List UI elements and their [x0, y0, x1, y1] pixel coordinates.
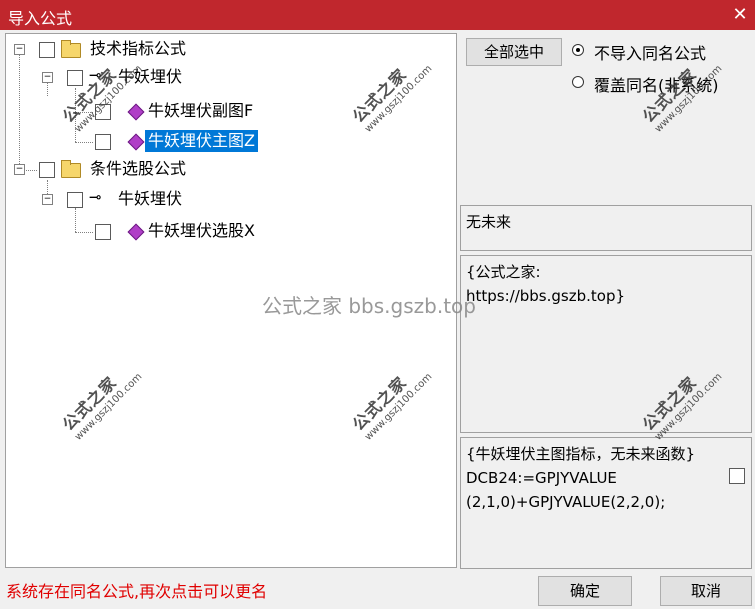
- radio-overwrite[interactable]: [572, 76, 584, 88]
- tree-node-label: 技术指标公式: [90, 39, 187, 58]
- tree-node-label: 牛妖埋伏副图F: [148, 101, 254, 120]
- collapse-toggle[interactable]: −: [42, 72, 53, 83]
- tree-checkbox[interactable]: [39, 42, 55, 58]
- tree-checkbox[interactable]: [67, 192, 83, 208]
- folder-icon: [61, 40, 81, 58]
- tree-checkbox[interactable]: [95, 134, 111, 150]
- formula-note-text: {公式之家: https://bbs.gszb.top}: [466, 263, 626, 305]
- title-bar: 导入公式 ✕: [0, 0, 755, 30]
- tree-node-label: 牛妖埋伏选股X: [148, 221, 255, 240]
- future-function-text: 无未来: [466, 213, 512, 231]
- status-message: 系统存在同名公式,再次点击可以更名: [6, 582, 268, 601]
- collapse-toggle[interactable]: −: [14, 164, 25, 175]
- close-icon[interactable]: ✕: [729, 4, 751, 26]
- tree-leaf-node-selected[interactable]: 牛妖埋伏主图Z: [6, 130, 446, 152]
- tree-node-label: 牛妖埋伏: [118, 189, 183, 208]
- tree-formula-node[interactable]: − ⊸ 牛妖埋伏: [6, 188, 446, 210]
- ok-button[interactable]: 确定: [538, 576, 632, 606]
- select-all-button[interactable]: 全部选中: [466, 38, 562, 66]
- code-panel-checkbox[interactable]: [729, 468, 745, 484]
- future-function-panel: 无未来: [460, 205, 752, 251]
- radio-no-import[interactable]: [572, 44, 584, 56]
- formula-code-panel[interactable]: {牛妖埋伏主图指标，无未来函数} DCB24:=GPJYVALUE (2,1,0…: [460, 437, 752, 569]
- tree-group-node[interactable]: − 条件选股公式: [6, 158, 446, 180]
- formula-note-panel[interactable]: {公式之家: https://bbs.gszb.top}: [460, 255, 752, 433]
- key-icon: ⊸: [89, 188, 102, 206]
- cancel-button[interactable]: 取消: [660, 576, 752, 606]
- tree-node-label: 条件选股公式: [90, 159, 187, 178]
- formula-gem-icon: [127, 103, 145, 121]
- formula-gem-icon: [127, 133, 145, 151]
- center-watermark: 公式之家 bbs.gszb.top: [262, 294, 476, 318]
- tree-checkbox[interactable]: [95, 224, 111, 240]
- folder-icon: [61, 160, 81, 178]
- window-title: 导入公式: [8, 9, 73, 28]
- tree-group-node[interactable]: − 技术指标公式: [6, 38, 446, 60]
- collapse-toggle[interactable]: −: [42, 194, 53, 205]
- tree-node-label: 牛妖埋伏主图Z: [145, 130, 258, 152]
- formula-gem-icon: [127, 223, 145, 241]
- tree-leaf-node[interactable]: 牛妖埋伏选股X: [6, 220, 446, 242]
- collapse-toggle[interactable]: −: [14, 44, 25, 55]
- formula-code-text: {牛妖埋伏主图指标，无未来函数} DCB24:=GPJYVALUE (2,1,0…: [466, 445, 696, 511]
- tree-checkbox[interactable]: [39, 162, 55, 178]
